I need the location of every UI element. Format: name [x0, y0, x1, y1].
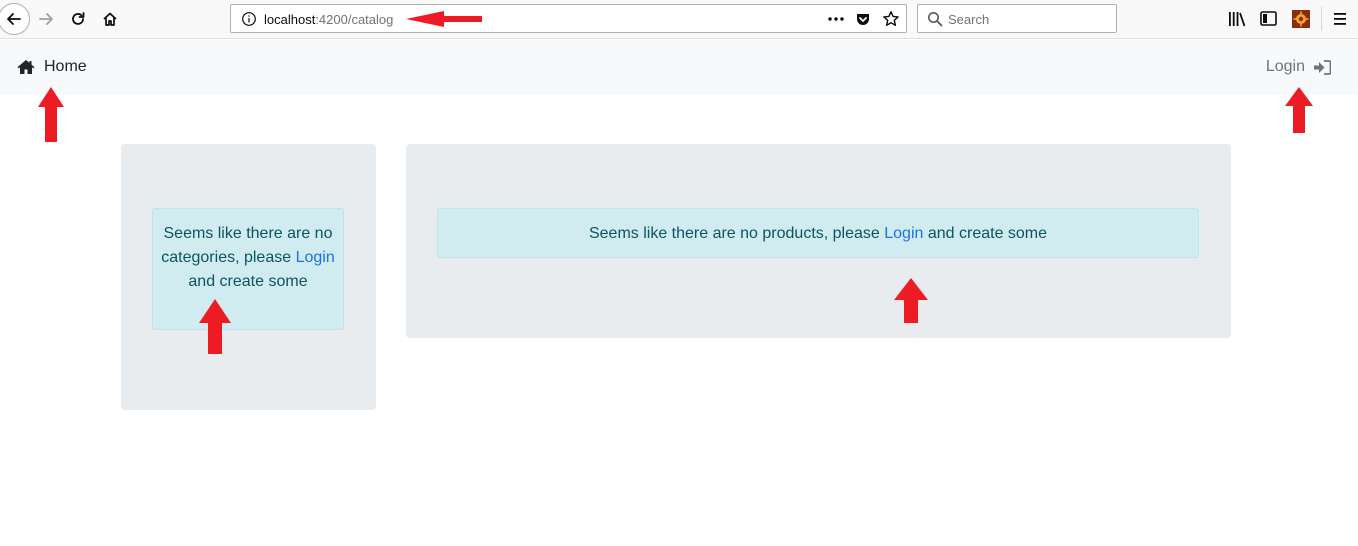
forward-arrow-icon: [39, 13, 53, 25]
products-alert-text-before: Seems like there are no products, please: [588, 225, 885, 242]
sign-in-icon: [1314, 59, 1331, 75]
home-outline-icon: [103, 12, 117, 26]
products-alert-text-after: and create some: [923, 225, 1048, 242]
pocket-icon[interactable]: [855, 11, 871, 27]
extension-icon[interactable]: [1292, 10, 1310, 28]
search-bar[interactable]: [917, 4, 1117, 33]
home-label: Home: [44, 58, 87, 75]
home-link[interactable]: Home: [17, 58, 87, 76]
url-bar[interactable]: localhost:4200/catalog: [230, 4, 907, 33]
login-label: Login: [1265, 58, 1305, 75]
url-annotation-arrow: [406, 11, 482, 27]
categories-alert-text-after: and create some: [188, 273, 308, 290]
search-icon: [928, 12, 943, 27]
products-panel: Seems like there are no products, please…: [406, 144, 1231, 338]
bookmark-star-icon[interactable]: [882, 10, 900, 28]
navbar: Home Login: [0, 40, 1358, 95]
url-path: :4200/catalog: [315, 12, 394, 27]
library-icon[interactable]: [1228, 11, 1246, 27]
home-icon: [17, 60, 35, 74]
reload-icon: [72, 12, 85, 25]
forward-button[interactable]: [31, 4, 61, 34]
categories-login-annotation-arrow: [199, 299, 231, 354]
products-login-link[interactable]: Login: [884, 225, 923, 242]
info-icon[interactable]: [241, 11, 257, 27]
back-arrow-icon: [7, 13, 21, 25]
url-text: localhost:4200/catalog: [264, 12, 393, 27]
products-login-annotation-arrow: [894, 278, 928, 323]
no-products-alert: Seems like there are no products, please…: [437, 208, 1199, 258]
page-actions-icon[interactable]: [827, 12, 845, 26]
toolbar-separator: [1321, 7, 1322, 31]
hamburger-menu-icon[interactable]: [1333, 11, 1347, 27]
login-link[interactable]: Login: [1266, 58, 1331, 76]
sidebar-icon[interactable]: [1260, 11, 1277, 26]
categories-panel: Seems like there are no categories, plea…: [121, 144, 376, 410]
search-input[interactable]: [948, 10, 1108, 28]
home-annotation-arrow: [38, 87, 64, 142]
categories-login-link[interactable]: Login: [296, 249, 335, 266]
no-categories-alert: Seems like there are no categories, plea…: [152, 208, 344, 330]
reload-button[interactable]: [63, 4, 93, 34]
login-annotation-arrow: [1285, 87, 1313, 133]
browser-toolbar: localhost:4200/catalog: [0, 0, 1358, 39]
home-toolbar-button[interactable]: [95, 4, 125, 34]
back-button[interactable]: [0, 3, 30, 35]
url-host: localhost: [264, 12, 316, 27]
